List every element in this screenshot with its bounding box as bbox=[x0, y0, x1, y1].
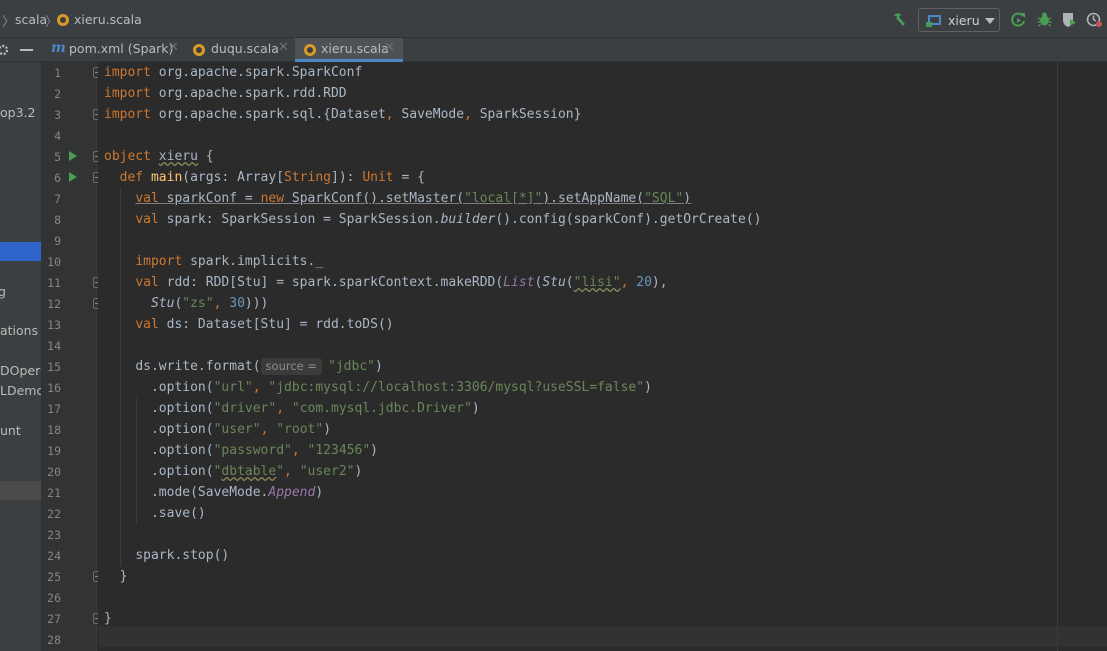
code-line: .option("url", "jdbc:mysql://localhost:3… bbox=[150, 380, 652, 395]
code-line: def main(args: Array[String]): Unit = { bbox=[119, 170, 425, 185]
tab-xieru-scala[interactable]: xieru.scala ✕ bbox=[295, 38, 403, 62]
line-number: 17 bbox=[47, 402, 61, 416]
close-icon[interactable]: ✕ bbox=[278, 40, 289, 55]
code-line: .option("password", "123456") bbox=[150, 443, 378, 458]
right-margin-guide bbox=[1057, 62, 1058, 651]
code-line: val spark: SparkSession = SparkSession.b… bbox=[135, 212, 762, 227]
line-number: 28 bbox=[47, 633, 61, 647]
code-line: val rdd: RDD[Stu] = spark.sparkContext.m… bbox=[135, 275, 668, 290]
line-number: 2 bbox=[54, 87, 61, 101]
code-line: } bbox=[119, 569, 128, 584]
line-number: 27 bbox=[47, 612, 61, 626]
gear-icon[interactable] bbox=[0, 43, 10, 57]
navigation-bar: 〉 scala 〉 xieru.scala xieru bbox=[0, 0, 1107, 38]
project-tree-item[interactable]: LDemo bbox=[0, 383, 41, 398]
code-line: object xieru { bbox=[104, 149, 214, 164]
line-number: 11 bbox=[47, 276, 61, 290]
debug-icon[interactable] bbox=[1036, 11, 1053, 28]
coverage-icon[interactable] bbox=[1061, 11, 1078, 28]
tab-label: duqu.scala bbox=[211, 41, 279, 56]
line-number: 25 bbox=[47, 570, 61, 584]
run-configuration-label: xieru bbox=[948, 13, 980, 28]
code-line: import spark.implicits._ bbox=[135, 254, 324, 269]
code-line: .option("driver", "com.mysql.jdbc.Driver… bbox=[150, 401, 480, 416]
line-number: 10 bbox=[47, 255, 61, 269]
code-line: .option("user", "root") bbox=[150, 422, 332, 437]
line-number: 8 bbox=[54, 213, 61, 227]
close-icon[interactable]: ✕ bbox=[168, 40, 179, 55]
project-tree-item[interactable]: ations bbox=[0, 323, 38, 338]
line-number: 15 bbox=[47, 360, 61, 374]
line-number: 7 bbox=[54, 192, 61, 206]
breadcrumb-file[interactable]: xieru.scala bbox=[74, 12, 142, 27]
line-number: 9 bbox=[54, 234, 61, 248]
breadcrumb-separator-icon: 〉 bbox=[2, 15, 16, 30]
code-line: val ds: Dataset[Stu] = rdd.toDS() bbox=[135, 317, 394, 332]
code-line: import org.apache.spark.sql.{Dataset, Sa… bbox=[104, 107, 582, 122]
code-line: import org.apache.spark.SparkConf bbox=[104, 65, 363, 80]
line-number: 18 bbox=[47, 423, 61, 437]
application-icon bbox=[926, 15, 941, 27]
parameter-hint: source = bbox=[260, 358, 323, 375]
line-number: 3 bbox=[54, 108, 61, 122]
build-hammer-icon[interactable] bbox=[890, 11, 907, 28]
line-number: 5 bbox=[54, 150, 61, 164]
project-tool-window: op3.2 g ations DOpera LDemo unt bbox=[0, 62, 41, 651]
scala-file-icon bbox=[304, 44, 316, 56]
line-number: 6 bbox=[54, 171, 61, 185]
selected-tree-row[interactable] bbox=[0, 242, 41, 261]
line-number: 14 bbox=[47, 339, 61, 353]
line-number: 1 bbox=[54, 66, 61, 80]
line-number: 4 bbox=[54, 129, 61, 143]
scala-file-icon bbox=[57, 14, 69, 26]
project-tree-item[interactable]: g bbox=[0, 284, 6, 299]
code-editor[interactable]: import org.apache.spark.SparkConf import… bbox=[98, 62, 1107, 651]
line-number: 26 bbox=[47, 591, 61, 605]
editor-gutter: 1 2 3 4 5 6 7 8 9 10 11 12 13 14 15 16 1… bbox=[41, 62, 102, 651]
code-line: .mode(SaveMode.Append) bbox=[150, 485, 324, 500]
highlighted-tree-row[interactable] bbox=[0, 481, 41, 500]
code-line: val sparkConf = new SparkConf().setMaste… bbox=[135, 191, 692, 206]
run-object-icon[interactable] bbox=[69, 151, 77, 161]
run-configuration-selector[interactable]: xieru bbox=[918, 8, 1000, 32]
code-line: Stu("zs", 30))) bbox=[150, 296, 269, 311]
rerun-icon[interactable] bbox=[1010, 11, 1027, 28]
tab-duqu-scala[interactable]: duqu.scala ✕ bbox=[184, 38, 295, 62]
code-line: spark.stop() bbox=[135, 548, 230, 563]
code-line: import org.apache.spark.rdd.RDD bbox=[104, 86, 347, 101]
tab-label: xieru.scala bbox=[321, 41, 389, 56]
close-icon[interactable]: ✕ bbox=[384, 40, 395, 55]
editor-tabs: m pom.xml (Spark) ✕ duqu.scala ✕ xieru.s… bbox=[0, 38, 1107, 62]
minimize-icon[interactable] bbox=[20, 49, 33, 51]
breadcrumb-folder[interactable]: scala bbox=[15, 12, 47, 27]
tab-label: pom.xml (Spark) bbox=[69, 41, 174, 56]
code-line: .save() bbox=[150, 506, 206, 521]
maven-icon: m bbox=[51, 40, 66, 56]
line-number: 22 bbox=[47, 507, 61, 521]
line-number: 20 bbox=[47, 465, 61, 479]
caret-line-highlight bbox=[98, 626, 1107, 647]
line-number: 23 bbox=[47, 528, 61, 542]
code-line: } bbox=[104, 611, 112, 626]
run-main-icon[interactable] bbox=[69, 172, 77, 182]
line-number: 12 bbox=[47, 297, 61, 311]
line-number: 19 bbox=[47, 444, 61, 458]
code-line: .option("dbtable", "user2") bbox=[150, 464, 363, 479]
project-tree-item[interactable]: op3.2 bbox=[0, 105, 35, 120]
line-number: 24 bbox=[47, 549, 61, 563]
chevron-down-icon bbox=[985, 18, 995, 24]
project-tree-item[interactable]: unt bbox=[0, 423, 21, 438]
line-number: 21 bbox=[47, 486, 61, 500]
project-tree-item[interactable]: DOpera bbox=[0, 363, 41, 378]
profiler-icon[interactable] bbox=[1086, 11, 1103, 28]
tab-pom-xml[interactable]: m pom.xml (Spark) ✕ bbox=[44, 38, 184, 62]
scala-file-icon bbox=[193, 44, 205, 56]
line-number: 16 bbox=[47, 381, 61, 395]
code-line: ds.write.format(source = "jdbc") bbox=[135, 358, 383, 375]
line-number: 13 bbox=[47, 318, 61, 332]
